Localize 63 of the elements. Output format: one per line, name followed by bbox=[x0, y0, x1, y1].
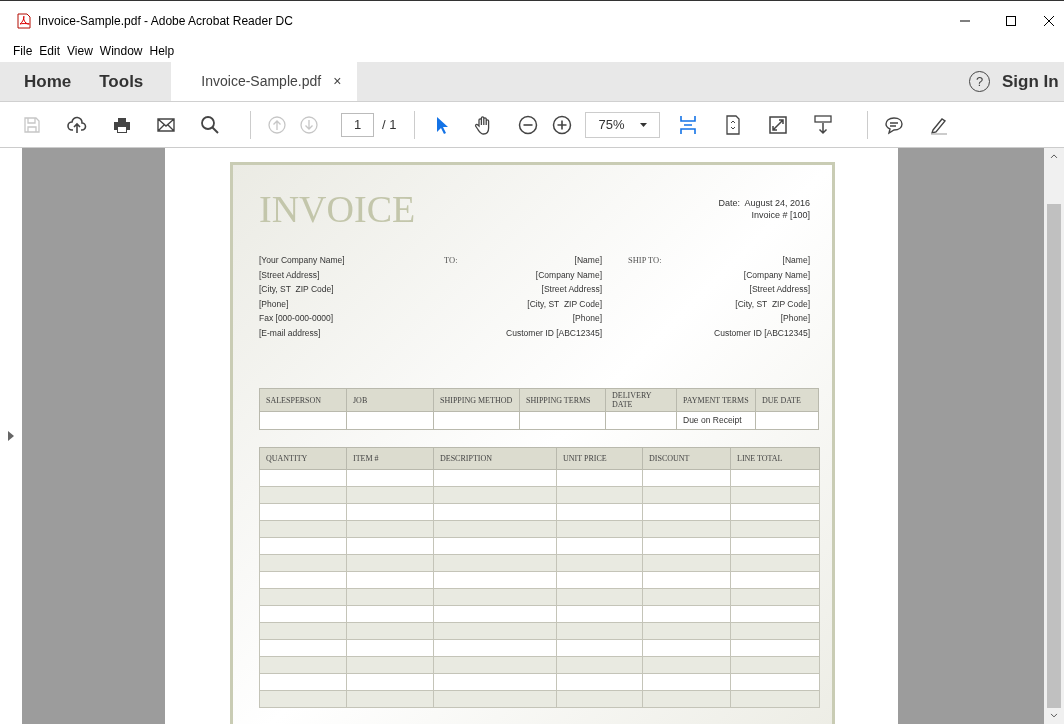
column-header: UNIT PRICE bbox=[556, 447, 643, 470]
recipient-address-line: [Street Address] bbox=[541, 283, 602, 296]
menu-item[interactable]: View bbox=[64, 42, 96, 60]
sender-address-line: [Your Company Name] bbox=[259, 254, 346, 267]
document-tab[interactable]: Invoice-Sample.pdf × bbox=[171, 62, 358, 101]
column-header: DISCOUNT bbox=[642, 447, 731, 470]
fit-page-icon[interactable] bbox=[678, 114, 699, 135]
column-header: DUE DATE bbox=[755, 388, 819, 412]
shipping-address-line: [Company Name] bbox=[743, 268, 810, 282]
column-header: ITEM # bbox=[346, 447, 434, 470]
sign-in-link[interactable]: Sign In bbox=[1002, 68, 1064, 95]
pdf-file-icon bbox=[17, 12, 31, 29]
zoom-out-icon[interactable] bbox=[518, 114, 539, 135]
recipient-address-line: [Phone] bbox=[572, 312, 602, 325]
page-total: / 1 bbox=[382, 115, 397, 134]
sender-address-line: [Phone] bbox=[259, 297, 290, 311]
shipping-address-line: [City, ST ZIP Code] bbox=[735, 297, 810, 311]
recipient-address-line: Customer ID [ABC12345] bbox=[506, 326, 602, 340]
payment-terms-value: Due on Receipt bbox=[683, 415, 742, 426]
recipient-address-line: [City, ST ZIP Code] bbox=[527, 297, 602, 311]
menu-item[interactable]: Edit bbox=[36, 42, 64, 60]
column-header: DELIVERY DATE bbox=[605, 388, 677, 412]
shipping-address-line: [Phone] bbox=[780, 312, 810, 325]
page-number-field[interactable]: 1 bbox=[341, 112, 374, 137]
menu-item[interactable]: Help bbox=[146, 42, 178, 60]
shipping-address-line: [Street Address] bbox=[749, 283, 810, 296]
recipient-address-line: [Company Name] bbox=[535, 268, 602, 282]
caret-icon bbox=[640, 122, 648, 127]
column-header: PAYMENT TERMS bbox=[676, 388, 756, 412]
column-header: SHIPPING TERMS bbox=[519, 388, 606, 412]
sender-address-line: [Street Address] bbox=[259, 268, 321, 282]
ship-to-label: SHIP TO: bbox=[628, 254, 662, 267]
invoice-title: INVOICE bbox=[259, 187, 416, 231]
sender-address-line: [City, ST ZIP Code] bbox=[259, 283, 335, 296]
close-tab-button[interactable]: × bbox=[333, 71, 342, 92]
scroll-mode-icon[interactable] bbox=[813, 114, 834, 135]
sender-address-line: [E-mail address] bbox=[259, 326, 322, 340]
column-header: SHIPPING METHOD bbox=[433, 388, 520, 412]
cloud-upload-icon[interactable] bbox=[67, 114, 87, 135]
zoom-dropdown[interactable]: 75% bbox=[585, 111, 661, 138]
invoice-date: Date: August 24, 2016 bbox=[718, 197, 810, 209]
column-header: SALESPERSON bbox=[259, 388, 347, 412]
column-header: DESCRIPTION bbox=[433, 447, 557, 470]
sender-address-line: Fax [000-000-0000] bbox=[259, 312, 335, 325]
window-title: Invoice-Sample.pdf - Adobe Acrobat Reader DC bbox=[38, 12, 293, 30]
home-tab[interactable]: Home bbox=[0, 62, 96, 101]
search-icon[interactable] bbox=[200, 114, 220, 135]
scrollbar[interactable] bbox=[1044, 148, 1064, 724]
column-header: LINE TOTAL bbox=[730, 447, 820, 470]
menu-item[interactable]: File bbox=[10, 42, 36, 60]
shipping-address-line: [Name] bbox=[782, 254, 810, 267]
shipping-address-line: Customer ID [ABC12345] bbox=[714, 326, 810, 340]
invoice-number: Invoice # [100] bbox=[751, 209, 810, 221]
zoom-in-icon[interactable] bbox=[552, 114, 573, 135]
tools-tab[interactable]: Tools bbox=[95, 62, 172, 101]
full-screen-icon[interactable] bbox=[768, 114, 789, 135]
column-header: JOB bbox=[346, 388, 434, 412]
to-label: TO: bbox=[444, 254, 458, 267]
menu-item[interactable]: Window bbox=[96, 42, 146, 60]
expand-panel-icon[interactable] bbox=[8, 431, 14, 441]
recipient-address-line: [Name] bbox=[574, 254, 602, 267]
column-header: QUANTITY bbox=[259, 447, 347, 470]
comment-icon[interactable] bbox=[884, 114, 905, 135]
